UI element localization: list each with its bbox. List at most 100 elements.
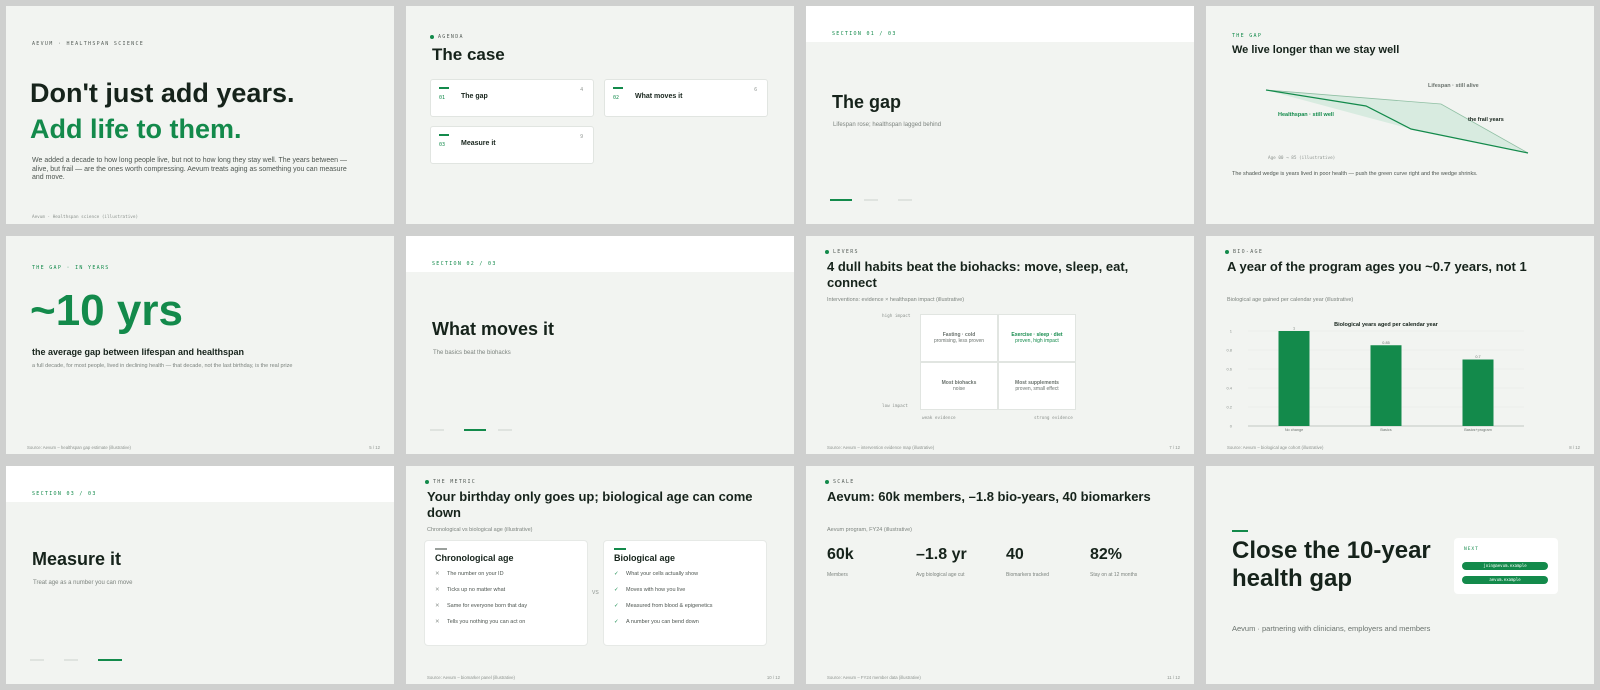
stat-bio-age: –1.8 yr Avg biological age cut (916, 546, 967, 578)
healthspan-label: Healthspan · still well (1278, 112, 1334, 118)
page-number: 7 / 12 (1169, 445, 1180, 450)
list-item: ✕ The number on your ID (435, 571, 504, 577)
accent-bar (435, 548, 447, 550)
stat-value: –1.8 yr (916, 546, 967, 563)
stat-value: 40 (1006, 546, 1024, 563)
biological-age-card: Biological age ✓ What your cells actually… (603, 540, 767, 646)
slide-7-levers[interactable]: LEVERS 4 dull habits beat the biohacks: … (806, 236, 1194, 454)
bar-value-label: 1 (1293, 327, 1295, 331)
x-tick-label: No change (1285, 428, 1303, 432)
quadrant-note: noise (953, 386, 965, 392)
agenda-card-2[interactable]: 02 What moves it 6 (604, 79, 768, 117)
slide-footer: Aevum · Healthspan science (illustrative… (32, 215, 139, 220)
title-line-1: Don't just add years. (30, 78, 295, 108)
slide-11-scale[interactable]: SCALE Aevum: 60k members, –1.8 bio-years… (806, 466, 1194, 684)
website-link[interactable]: aevum.example (1462, 576, 1548, 584)
slide-footer: Source: Aevum – healthspan gap estimate … (27, 445, 131, 450)
slide-10-metric[interactable]: THE METRIC Your birthday only goes up; b… (406, 466, 794, 684)
cross-icon: ✕ (435, 619, 440, 625)
section-progress (30, 659, 130, 661)
section-kicker: SECTION 01 / 03 (832, 31, 897, 37)
slide-footer: Source: Aevum – biomarker panel (illustr… (427, 675, 515, 680)
slide-12-closing[interactable]: Close the 10-year health gap Aevum · par… (1206, 466, 1594, 684)
bio-age-bar-chart: Biological years aged per calendar year 0… (1226, 322, 1524, 432)
agenda-card-1[interactable]: 01 The gap 4 (430, 79, 594, 117)
lifespan-label: Lifespan · still alive (1428, 83, 1479, 89)
slide-subtitle: Aevum program, FY24 (illustrative) (827, 527, 912, 533)
slide-8-bio-age[interactable]: BIO-AGE A year of the program ages you ~… (1206, 236, 1594, 454)
big-number: ~10 yrs (30, 286, 183, 335)
accent-rule (1232, 530, 1248, 532)
slide-subtitle: Interventions: evidence × healthspan imp… (827, 297, 965, 303)
slide-title: The case (432, 45, 505, 64)
bar-value-label: 0.7 (1475, 355, 1480, 359)
agenda-label: Measure it (461, 140, 496, 147)
section-kicker: SECTION 03 / 03 (32, 491, 97, 497)
slide-kicker: SCALE (825, 479, 855, 485)
bar-2 (1370, 345, 1402, 426)
contact-email-link[interactable]: join@aevum.example (1462, 562, 1548, 570)
check-icon: ✓ (614, 619, 619, 625)
check-icon: ✓ (614, 587, 619, 593)
card-title: Chronological age (435, 553, 514, 563)
slide-footer: Source: Aevum – biological age cohort (i… (1227, 445, 1324, 450)
closing-title-line-2: health gap (1232, 565, 1353, 592)
slide-9-section[interactable]: SECTION 03 / 03 Measure it Treat age as … (6, 466, 394, 684)
y-tick-label: 0.4 (1226, 386, 1232, 391)
y-axis-low-label: low impact (882, 404, 908, 409)
cross-icon: ✕ (435, 571, 440, 577)
x-axis-weak-label: weak evidence (922, 416, 956, 421)
check-icon: ✓ (614, 571, 619, 577)
agenda-page: 4 (580, 87, 583, 93)
y-tick-label: 0.2 (1226, 405, 1232, 410)
section-title: What moves it (432, 319, 555, 339)
slide-4-gap-chart[interactable]: THE GAP We live longer than we stay well… (1206, 6, 1594, 224)
page-number: 8 / 12 (1569, 445, 1580, 450)
stat-label: Stay on at 12 months (1090, 572, 1138, 578)
x-tick-label: Basics (1380, 428, 1391, 432)
next-steps-card: NEXT join@aevum.example aevum.example (1454, 538, 1558, 594)
agenda-page: 6 (754, 87, 757, 93)
chronological-age-card: Chronological age ✕ The number on your ID… (424, 540, 588, 646)
slide-kicker: AEVUM · HEALTHSPAN SCIENCE (32, 41, 145, 47)
quadrant-top-right: Exercise · sleep · diet proven, high imp… (998, 314, 1076, 362)
stat-label: Avg biological age cut (916, 572, 965, 578)
slide-1-title[interactable]: AEVUM · HEALTHSPAN SCIENCE Don't just ad… (6, 6, 394, 224)
slide-title: 4 dull habits beat the biohacks: move, s… (827, 259, 1129, 290)
accent-bar (439, 134, 449, 136)
x-tick-label: Basics+program (1464, 428, 1492, 432)
agenda-number: 01 (439, 95, 446, 101)
section-subtitle: Treat age as a number you can move (33, 580, 133, 586)
page-number: 10 / 12 (766, 675, 780, 680)
slide-subtitle: Chronological vs biological age (illustr… (427, 527, 533, 533)
stat-value: 60k (827, 546, 854, 563)
stat-biomarkers: 40 Biomarkers tracked (1006, 546, 1049, 578)
y-tick-label: 0 (1230, 424, 1233, 429)
slide-footer: Source: Aevum – FY24 member data (illust… (827, 675, 921, 680)
intro-paragraph: We added a decade to how long people liv… (32, 157, 347, 181)
quadrant-note: proven, high impact (1015, 338, 1059, 344)
slide-6-section[interactable]: SECTION 02 / 03 What moves it The basics… (406, 236, 794, 454)
section-kicker: SECTION 02 / 03 (432, 261, 497, 267)
agenda-card-3[interactable]: 03 Measure it 9 (430, 126, 594, 164)
section-subtitle: Lifespan rose; healthspan lagged behind (833, 122, 942, 128)
cross-icon: ✕ (435, 603, 440, 609)
bar-1 (1278, 331, 1310, 426)
closing-subtitle: Aevum · partnering with clinicians, empl… (1232, 624, 1431, 633)
bar-3 (1462, 359, 1494, 426)
list-item: ✓ What your cells actually show (614, 571, 699, 577)
slide-footer: Source: Aevum – intervention evidence ma… (827, 445, 935, 450)
page-number: 5 / 12 (369, 445, 380, 450)
big-number-sub: a full decade, for most people, lived in… (32, 363, 293, 369)
slide-5-big-number[interactable]: THE GAP · IN YEARS ~10 yrs the average g… (6, 236, 394, 454)
next-label: NEXT (1464, 547, 1479, 552)
list-item: ✕ Ticks up no matter what (435, 587, 506, 593)
chart-caption: The shaded wedge is years lived in poor … (1232, 171, 1478, 177)
x-axis-strong-label: strong evidence (1034, 416, 1073, 421)
slide-2-agenda[interactable]: AGENDA The case 01 The gap 4 02 What mov… (406, 6, 794, 224)
quadrant-bottom-left: Most biohacks noise (920, 362, 998, 410)
agenda-page: 9 (580, 134, 583, 140)
quadrant-top-left: Fasting · cold promising, less proven (920, 314, 998, 362)
slide-3-section[interactable]: SECTION 01 / 03 The gap Lifespan rose; h… (806, 6, 1194, 224)
y-tick-label: 0.6 (1226, 367, 1232, 372)
